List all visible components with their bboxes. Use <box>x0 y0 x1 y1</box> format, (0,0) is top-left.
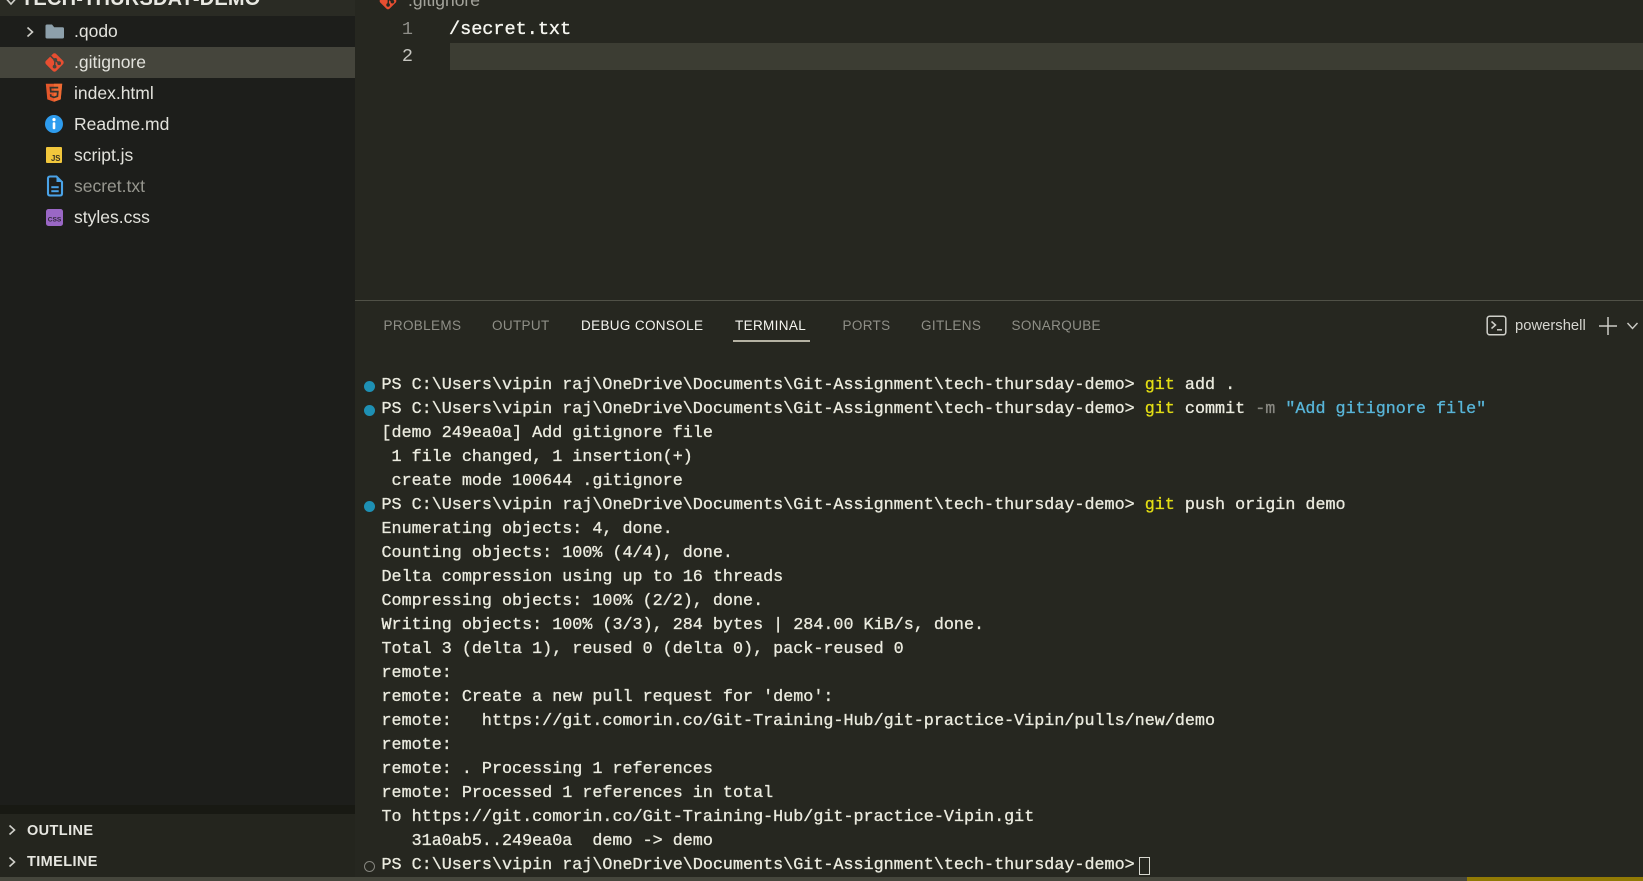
svg-text:CSS: CSS <box>48 216 62 223</box>
svg-text:JS: JS <box>51 154 61 163</box>
